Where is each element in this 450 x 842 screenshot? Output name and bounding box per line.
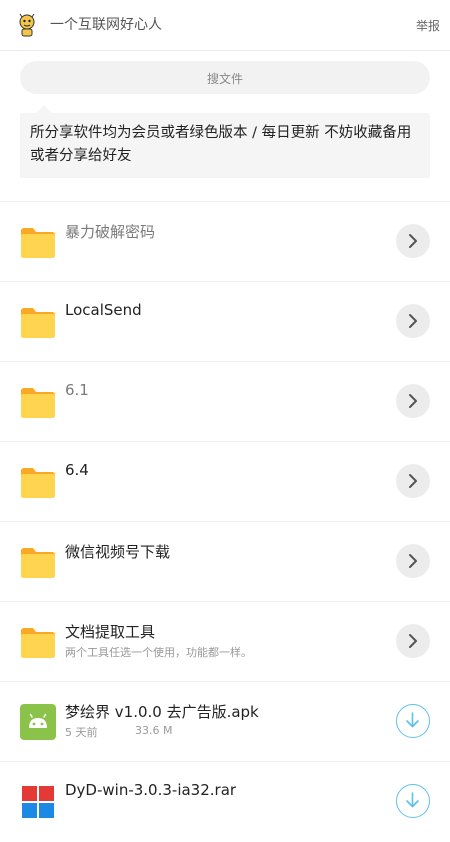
- item-size: 33.6 M: [135, 724, 173, 737]
- android-app-icon: [20, 704, 56, 740]
- username: 一个互联网好心人: [50, 17, 162, 33]
- bubble-arrow: [36, 105, 52, 113]
- item-name: LocalSend: [65, 301, 142, 319]
- list-item[interactable]: LocalSend: [0, 281, 450, 362]
- item-name: 6.1: [65, 381, 89, 399]
- list-item[interactable]: 文档提取工具 两个工具任选一个使用，功能都一样。: [0, 601, 450, 682]
- item-name: DyD-win-3.0.3-ia32.rar: [65, 781, 237, 799]
- item-description: 两个工具任选一个使用，功能都一样。: [65, 646, 252, 659]
- folder-icon: [20, 384, 56, 420]
- folder-icon: [20, 224, 56, 260]
- item-name: 文档提取工具: [65, 623, 156, 641]
- search-placeholder: 搜文件: [206, 72, 243, 86]
- item-time: 5 天前: [65, 726, 98, 739]
- item-name: 微信视频号下载: [65, 543, 171, 561]
- chevron-right-icon[interactable]: [396, 224, 430, 258]
- chevron-right-icon[interactable]: [396, 384, 430, 418]
- list-item[interactable]: 6.1: [0, 361, 450, 442]
- notice-text: 所分享软件均为会员或者绿色版本 / 每日更新 不妨收藏备用或者分享给好友: [30, 125, 412, 164]
- list-item[interactable]: DyD-win-3.0.3-ia32.rar: [0, 761, 450, 842]
- top-bar: 一个互联网好心人 举报: [0, 0, 450, 51]
- list-item[interactable]: 暴力破解密码: [0, 201, 450, 282]
- download-icon[interactable]: [396, 784, 430, 818]
- item-name: 暴力破解密码: [65, 223, 156, 241]
- chevron-right-icon[interactable]: [396, 624, 430, 658]
- chevron-right-icon[interactable]: [396, 464, 430, 498]
- item-name: 6.4: [65, 461, 89, 479]
- list-item[interactable]: 6.4: [0, 441, 450, 522]
- item-name: 梦绘界 v1.0.0 去广告版.apk: [65, 703, 259, 721]
- list-item[interactable]: 微信视频号下载: [0, 521, 450, 602]
- notice-bubble: 所分享软件均为会员或者绿色版本 / 每日更新 不妨收藏备用或者分享给好友: [20, 105, 430, 178]
- search-box[interactable]: 搜文件: [20, 61, 430, 94]
- list-item[interactable]: 梦绘界 v1.0.0 去广告版.apk 5 天前 33.6 M: [0, 681, 450, 762]
- folder-icon: [20, 544, 56, 580]
- chevron-right-icon[interactable]: [396, 544, 430, 578]
- chevron-right-icon[interactable]: [396, 304, 430, 338]
- folder-icon: [20, 464, 56, 500]
- folder-icon: [20, 624, 56, 660]
- folder-icon: [20, 304, 56, 340]
- download-icon[interactable]: [396, 704, 430, 738]
- cartoon-avatar-icon[interactable]: [14, 12, 40, 38]
- archive-file-icon: [20, 784, 56, 820]
- report-link[interactable]: 举报: [416, 17, 440, 34]
